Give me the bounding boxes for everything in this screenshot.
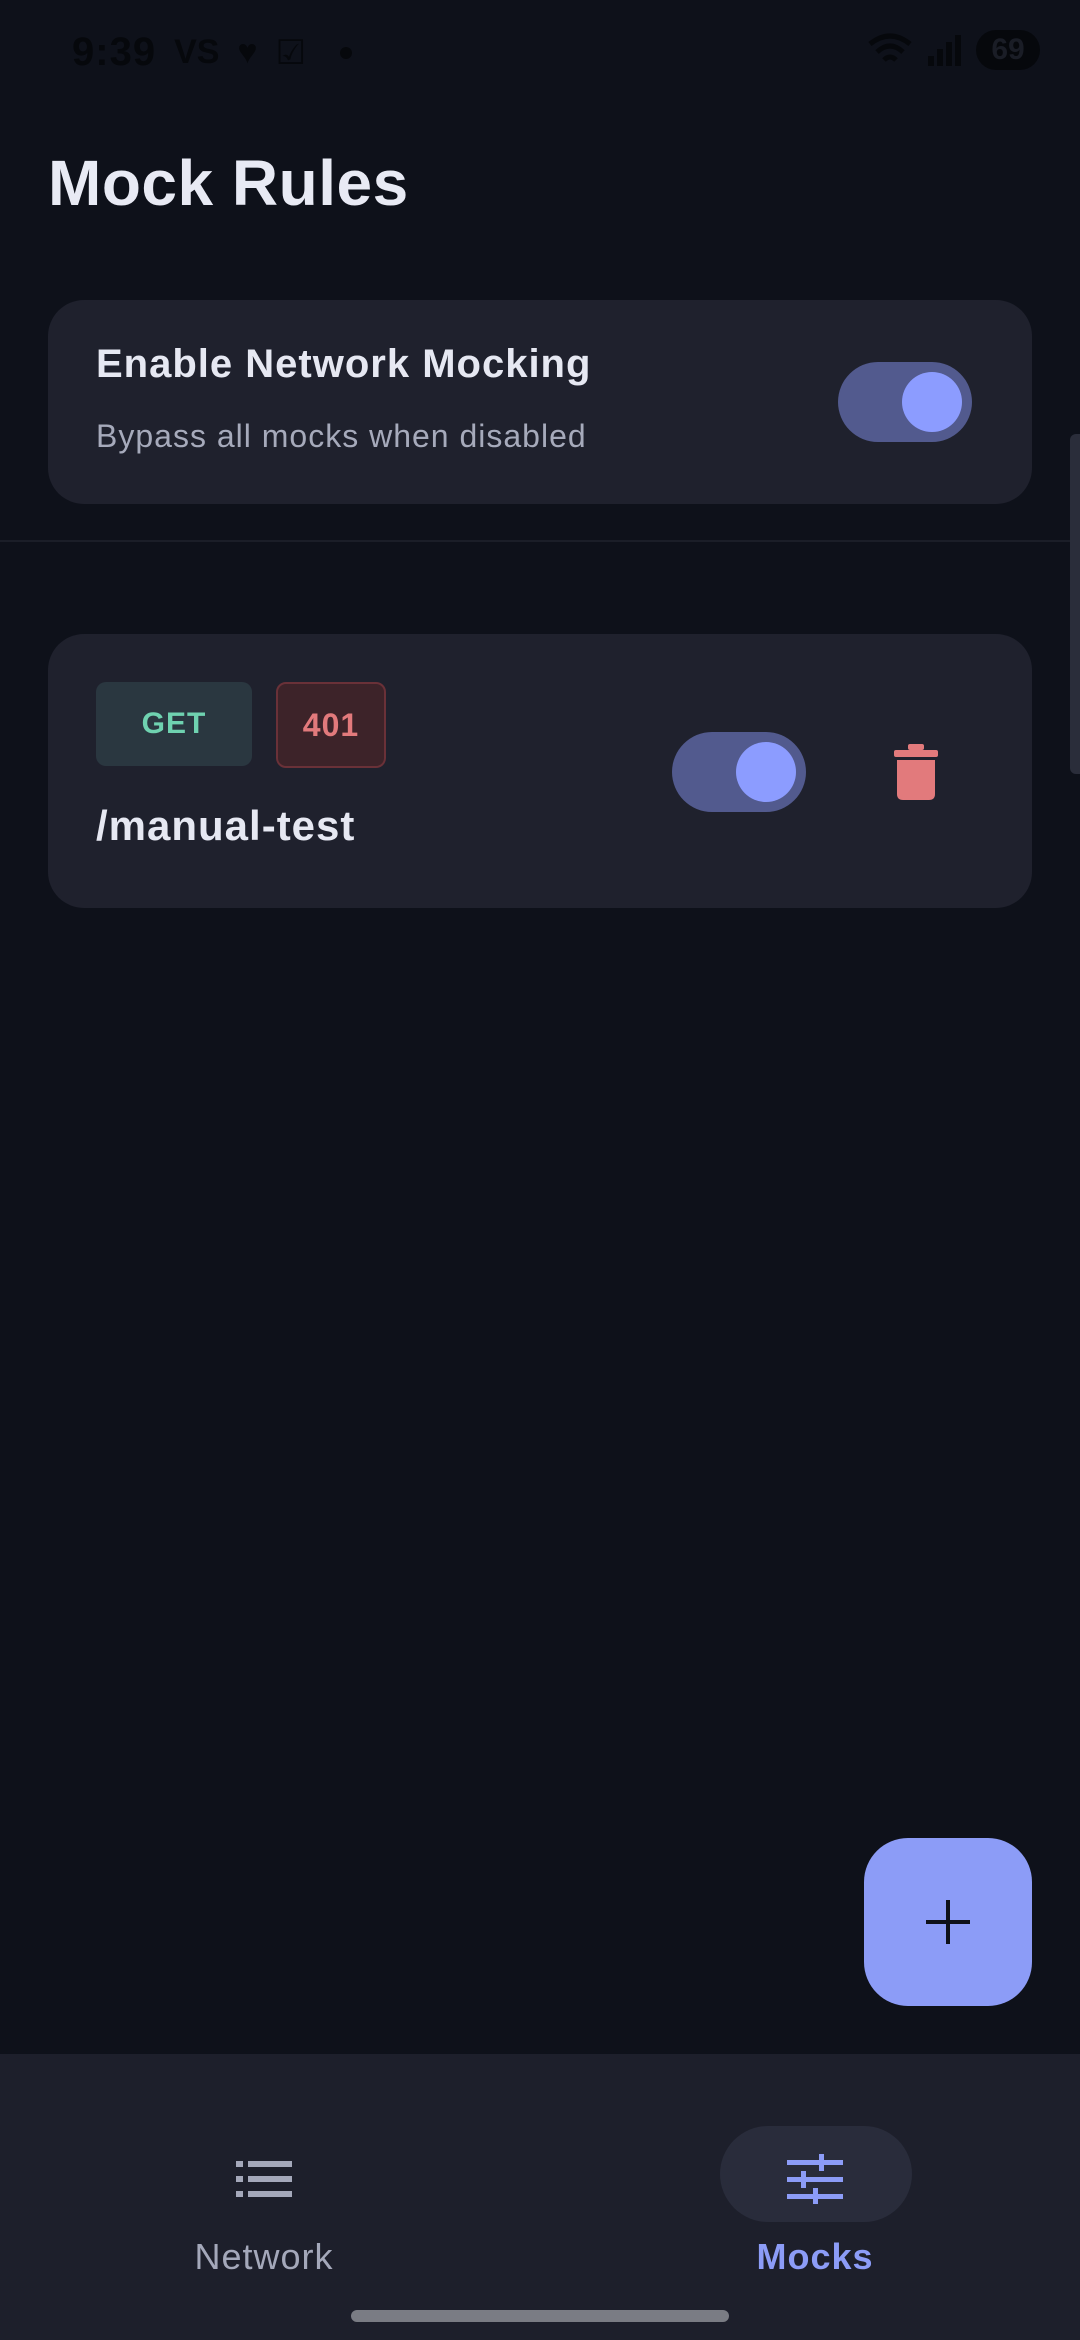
list-icon	[236, 2161, 292, 2197]
plus-icon	[926, 1900, 970, 1944]
bottom-navigation: Network Mocks	[0, 2054, 1080, 2340]
method-badge: GET	[96, 682, 252, 766]
status-bar: 9:39 VS ♥ ☑ 69	[0, 0, 1080, 110]
switch-knob	[736, 742, 796, 802]
switch-knob	[902, 372, 962, 432]
nav-item-mocks[interactable]: Mocks	[665, 2090, 965, 2277]
nav-item-network[interactable]: Network	[114, 2090, 414, 2277]
signal-icon	[928, 35, 961, 66]
rule-enabled-switch[interactable]	[672, 732, 806, 812]
checkbox-icon: ☑	[275, 33, 307, 72]
status-time: 9:39	[72, 30, 157, 74]
carrier-icon: VS	[174, 33, 220, 71]
page-title: Mock Rules	[48, 147, 409, 219]
status-code-badge: 401	[276, 682, 386, 768]
sliders-icon	[787, 2154, 843, 2204]
nav-label-network: Network	[194, 2236, 334, 2277]
delete-rule-button[interactable]	[876, 732, 956, 812]
divider	[0, 540, 1080, 542]
global-mocking-subtitle: Bypass all mocks when disabled	[96, 418, 587, 454]
trash-icon	[894, 744, 938, 800]
status-left: 9:39 VS ♥ ☑	[72, 30, 353, 75]
shield-icon: ♥	[237, 33, 258, 71]
global-mocking-switch[interactable]	[838, 362, 972, 442]
global-mocking-title: Enable Network Mocking	[96, 342, 592, 386]
wifi-icon	[868, 33, 912, 62]
nav-label-mocks: Mocks	[756, 2236, 874, 2277]
scroll-edge-handle[interactable]	[1070, 434, 1080, 774]
add-rule-button[interactable]	[864, 1838, 1032, 2006]
status-right: 69	[868, 30, 1040, 70]
battery-icon: 69	[976, 30, 1040, 70]
notification-dot-icon	[340, 46, 353, 59]
home-indicator[interactable]	[351, 2310, 729, 2322]
mock-rule-card[interactable]: GET 401 /manual-test	[48, 634, 1032, 908]
global-mocking-card: Enable Network Mocking Bypass all mocks …	[48, 300, 1032, 504]
rule-path: /manual-test	[96, 802, 356, 849]
